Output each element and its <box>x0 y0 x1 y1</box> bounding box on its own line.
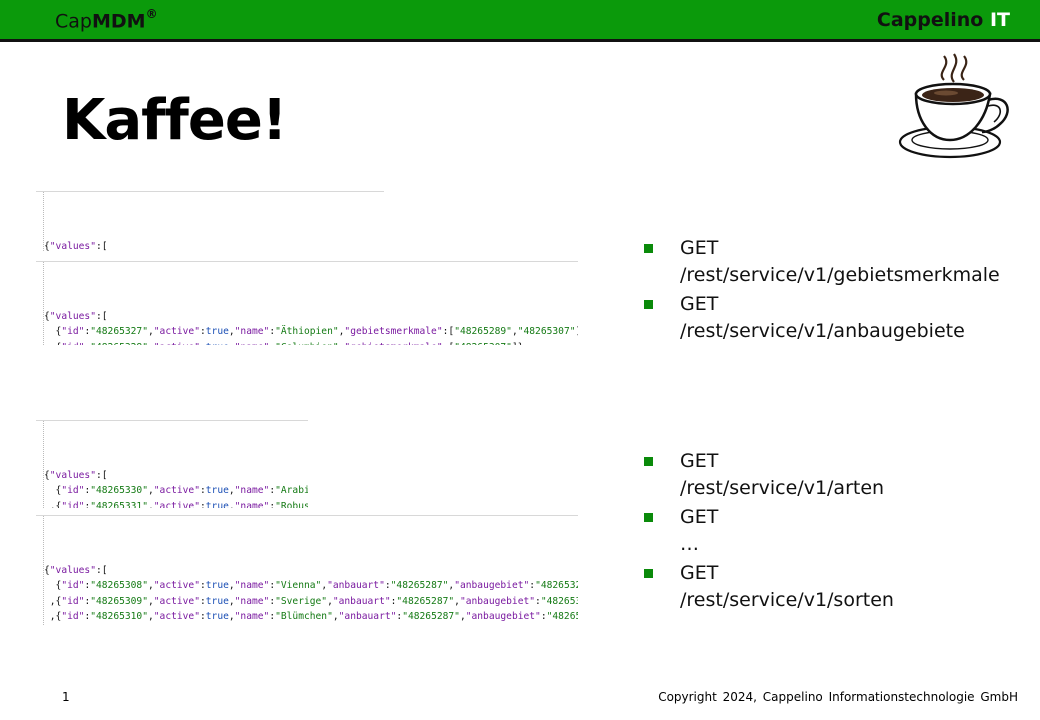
copyright-notice: Copyright 2024, Cappelino Informationste… <box>658 690 1018 704</box>
endpoint-item: GET /rest/service/v1/sorten <box>642 560 1022 614</box>
code-line: {"values":[ <box>44 240 108 252</box>
code-line: ,{"id":"48265328","active":true,"name":"… <box>44 340 578 346</box>
code-line: {"values":[ <box>44 564 108 576</box>
header-bar: CapMDM® Cappelino IT <box>0 0 1040 42</box>
endpoint-list-top: GET /rest/service/v1/gebietsmerkmale GET… <box>642 235 1022 347</box>
brand-left-prefix: Cap <box>55 10 92 33</box>
json-block-arten: {"values":[ {"id":"48265330","active":tr… <box>36 420 308 508</box>
endpoint-path: /rest/service/v1/sorten <box>680 589 894 611</box>
green-square-bullet <box>644 457 653 466</box>
endpoint-path: /rest/service/v1/arten <box>680 477 885 499</box>
json-block-gebietsmerkmale: {"values":[ {"id":"48265289","active":tr… <box>36 191 384 251</box>
code-line: {"id":"48265327","active":true,"name":"Ä… <box>44 326 578 337</box>
json-block-sorten: {"values":[ {"id":"48265308","active":tr… <box>36 515 578 625</box>
http-verb: GET <box>680 237 719 259</box>
http-verb: GET <box>680 562 719 584</box>
code-line: {"values":[ <box>44 469 108 481</box>
endpoint-item: GET /rest/service/v1/arten <box>642 448 1022 502</box>
code-line: ,{"id":"48265310","active":true,"name":"… <box>44 611 578 622</box>
endpoint-path: /rest/service/v1/anbaugebiete <box>680 320 965 342</box>
brand-right-main: Cappelino <box>876 9 984 31</box>
coffee-cup-icon <box>898 53 1009 159</box>
http-verb: GET <box>680 506 719 528</box>
code-line: {"values":[ <box>44 310 108 322</box>
endpoint-item: GET … <box>642 504 1022 558</box>
green-square-bullet <box>644 569 653 578</box>
code-line: ,{"id":"48265309","active":true,"name":"… <box>44 595 578 607</box>
green-square-bullet <box>644 244 653 253</box>
http-verb: GET <box>680 450 719 472</box>
brand-left-bold: MDM <box>91 10 146 33</box>
endpoint-path: … <box>680 533 699 555</box>
green-square-bullet <box>644 300 653 309</box>
endpoint-item: GET /rest/service/v1/gebietsmerkmale <box>642 235 1022 289</box>
code-line: ,{"id":"48265311","active":true,"name":"… <box>44 625 578 626</box>
brand-right-accent: IT <box>989 9 1010 31</box>
code-line: {"id":"48265330","active":true,"name":"A… <box>44 485 308 496</box>
slide-title: Kaffee! <box>62 88 287 153</box>
endpoint-list-bottom: GET /rest/service/v1/arten GET … GET /re… <box>642 448 1022 616</box>
code-line: ,{"id":"48265331","active":true,"name":"… <box>44 500 308 509</box>
endpoint-path: /rest/service/v1/gebietsmerkmale <box>680 264 1000 286</box>
registered-mark: ® <box>145 7 158 21</box>
code-line: {"id":"48265308","active":true,"name":"V… <box>44 580 578 591</box>
brand-cappelino: Cappelino IT <box>877 9 1010 31</box>
green-square-bullet <box>644 513 653 522</box>
http-verb: GET <box>680 293 719 315</box>
json-block-anbaugebiete: {"values":[ {"id":"48265327","active":tr… <box>36 261 578 345</box>
brand-capmdm: CapMDM® <box>55 7 158 33</box>
page-number: 1 <box>62 690 70 704</box>
endpoint-item: GET /rest/service/v1/anbaugebiete <box>642 291 1022 345</box>
